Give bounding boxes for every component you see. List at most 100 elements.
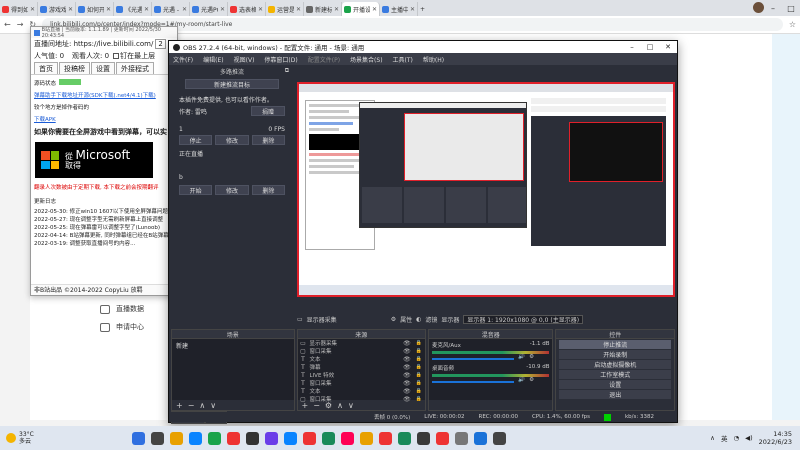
maximize-icon[interactable]: □ <box>782 0 800 16</box>
eye-icon[interactable]: 👁 <box>403 356 411 363</box>
taskbar-app-icon[interactable] <box>341 431 354 445</box>
obs-menu-item[interactable]: 编辑(E) <box>203 55 223 64</box>
obs-preview[interactable] <box>297 82 675 297</box>
obs-minimize-icon[interactable]: – <box>623 43 641 51</box>
taskbar-app-icon[interactable] <box>246 431 259 445</box>
eye-icon[interactable]: 👁 <box>403 388 411 395</box>
lock-icon[interactable]: 🔒 <box>416 348 422 354</box>
taskbar-app-icon[interactable] <box>227 431 240 445</box>
taskbar-app-icon[interactable] <box>360 431 373 445</box>
close-tab-icon[interactable]: ✕ <box>410 6 415 13</box>
ime-indicator[interactable]: 英 <box>721 433 728 443</box>
taskbar-app-icon[interactable] <box>417 431 430 445</box>
remove-source-icon[interactable]: − <box>313 401 320 410</box>
remove-scene-icon[interactable]: − <box>188 401 195 410</box>
obs-menu-item[interactable]: 文件(F) <box>173 55 193 64</box>
obs-menu-item[interactable]: 场景集合(S) <box>350 55 383 64</box>
apk-download-link[interactable]: 下载APK <box>31 113 177 125</box>
eye-icon[interactable]: 👁 <box>403 380 411 387</box>
taskbar-app-icon[interactable] <box>379 431 392 445</box>
taskbar-app-icon[interactable] <box>474 431 487 445</box>
eye-icon[interactable]: 👁 <box>403 340 411 347</box>
preview-selection-frame[interactable] <box>297 82 675 297</box>
back-icon[interactable]: ← <box>4 20 11 29</box>
obs-menu-item[interactable]: 视图(V) <box>234 55 255 64</box>
taskbar-app-icon[interactable] <box>189 431 202 445</box>
control-button[interactable]: 启动虚拟摄像机 <box>559 360 671 369</box>
forward-icon[interactable]: → <box>17 20 24 29</box>
taskbar-app-icon[interactable] <box>284 431 297 445</box>
taskbar-app-icon[interactable] <box>398 431 411 445</box>
source-item[interactable]: ▢ 窗口采集 👁 🔒 <box>298 347 425 356</box>
taskbar-app-icon[interactable] <box>303 431 316 445</box>
taskbar-app-icon[interactable] <box>493 431 506 445</box>
close-tab-icon[interactable]: ✕ <box>106 6 111 13</box>
browser-tab[interactable]: 新建标 ✕ <box>304 2 342 16</box>
lock-icon[interactable]: 🔒 <box>416 356 422 362</box>
speaker-icon[interactable]: ◀) <box>745 434 753 442</box>
source-up-icon[interactable]: ∧ <box>337 401 343 410</box>
lock-icon[interactable]: 🔒 <box>416 372 422 378</box>
eye-icon[interactable]: 👁 <box>403 372 411 379</box>
add-source-icon[interactable]: + <box>302 401 309 410</box>
close-tab-icon[interactable]: ✕ <box>182 6 187 13</box>
tab-settings[interactable]: 设置 <box>91 62 115 74</box>
taskbar-app-icon[interactable] <box>208 431 221 445</box>
lock-icon[interactable]: 🔒 <box>416 340 422 346</box>
control-button[interactable]: 工作室模式 <box>559 370 671 379</box>
move-down-icon[interactable]: ∨ <box>210 401 216 410</box>
control-button[interactable]: 开始录制 <box>559 350 671 359</box>
close-tab-icon[interactable]: ✕ <box>68 6 73 13</box>
star-icon[interactable]: ☆ <box>789 20 796 29</box>
browser-tab[interactable]: 开播设 ✕ <box>342 2 380 16</box>
stop-button[interactable]: 停止 <box>179 135 213 145</box>
tab-ranking[interactable]: 投稿榜 <box>59 62 90 74</box>
close-tab-icon[interactable]: ✕ <box>30 6 35 13</box>
source-down-icon[interactable]: ∨ <box>348 401 354 410</box>
browser-tab[interactable]: 光遇 - ✕ <box>152 2 190 16</box>
browser-tab[interactable]: 选表格 ✕ <box>228 2 266 16</box>
tab-plugins[interactable]: 外接程式 <box>116 62 154 74</box>
volume-slider[interactable] <box>431 357 515 360</box>
browser-tab[interactable]: 《光遇》✕ <box>114 2 152 16</box>
gear-icon[interactable]: ⚙ <box>391 316 396 323</box>
display-select[interactable]: 显示器 1: 1920x1080 @ 0,0 (主显示器) <box>463 315 584 324</box>
source-settings-icon[interactable]: ⚙ <box>325 401 332 410</box>
tool-download-link[interactable]: 弹幕助手下载地址开源(SDK下载(.net4/4.1)下载) <box>31 89 177 101</box>
speaker-icon[interactable]: 🔊 <box>518 354 525 360</box>
delete-button[interactable]: 删除 <box>251 135 285 145</box>
obs-menu-item[interactable]: 停靠窗口(D) <box>264 55 297 64</box>
volume-slider[interactable] <box>431 380 515 383</box>
edit-button[interactable]: 修改 <box>215 135 249 145</box>
obs-menu-item[interactable]: 配置文件(P) <box>308 55 340 64</box>
control-button[interactable]: 停止推流 <box>559 340 671 349</box>
filters-button[interactable]: 滤镜 <box>425 315 437 324</box>
minimize-icon[interactable]: – <box>764 0 782 16</box>
close-tab-icon[interactable]: ✕ <box>220 6 225 13</box>
close-tab-icon[interactable]: ✕ <box>296 6 301 13</box>
control-button[interactable]: 设置 <box>559 380 671 389</box>
control-button[interactable]: 退出 <box>559 390 671 399</box>
taskbar-app-icon[interactable] <box>265 431 278 445</box>
taskbar-app-icon[interactable] <box>322 431 335 445</box>
browser-tab[interactable]: 游戏戏 ✕ <box>38 2 76 16</box>
lock-icon[interactable]: 🔒 <box>416 380 422 386</box>
scene-item[interactable]: 新建 <box>172 339 294 352</box>
properties-button[interactable]: 属性 <box>400 315 412 324</box>
taskbar-app-icon[interactable] <box>436 431 449 445</box>
browser-tab[interactable]: 得到如此✕ <box>0 2 38 16</box>
lock-icon[interactable]: 🔒 <box>416 364 422 370</box>
close-tab-icon[interactable]: ✕ <box>372 6 377 13</box>
room-id-input[interactable]: 2 <box>155 39 166 49</box>
float-icon[interactable]: ⧉ <box>285 67 289 75</box>
close-tab-icon[interactable]: ✕ <box>144 6 149 13</box>
pin-checkbox[interactable] <box>113 53 120 59</box>
taskbar-app-icon[interactable] <box>151 431 164 445</box>
browser-tab[interactable]: 如何开 ✕ <box>76 2 114 16</box>
eye-icon[interactable]: 👁 <box>403 364 411 371</box>
obs-maximize-icon[interactable]: □ <box>641 43 659 51</box>
filter-icon[interactable]: ◐ <box>416 316 421 323</box>
browser-tab[interactable]: 主播中心✕ <box>380 2 418 16</box>
close-tab-icon[interactable]: ✕ <box>258 6 263 13</box>
add-scene-icon[interactable]: + <box>176 401 183 410</box>
